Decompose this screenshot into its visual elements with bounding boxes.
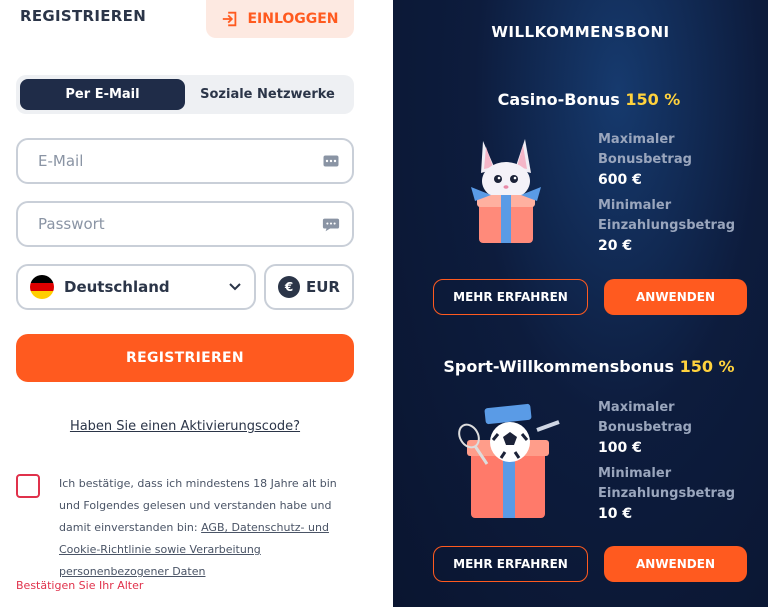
country-select[interactable]: Deutschland	[16, 264, 256, 310]
min-deposit-label-2: Einzahlungsbetrag	[598, 218, 736, 233]
page-title: REGISTRIEREN	[20, 7, 147, 25]
casino-apply-button[interactable]: ANWENDEN	[604, 279, 747, 315]
registration-method-tabs: Per E-Mail Soziale Netzwerke	[16, 75, 354, 114]
registration-panel: REGISTRIEREN EINLOGGEN Per E-Mail Sozial…	[0, 0, 393, 607]
bonus-panel-title: WILLKOMMENSBONI	[491, 23, 670, 41]
min-deposit-label-2: Einzahlungsbetrag	[598, 486, 736, 501]
login-button[interactable]: EINLOGGEN	[206, 0, 354, 38]
min-deposit-label: Minimaler	[598, 198, 672, 213]
sport-bonus-percent: 150 %	[679, 357, 735, 376]
login-icon	[223, 11, 237, 27]
sport-more-button[interactable]: MEHR ERFAHREN	[433, 546, 588, 582]
germany-flag-icon	[30, 275, 54, 299]
age-error-message: Bestätigen Sie Ihr Alter	[16, 579, 144, 592]
max-bonus-label: Maximaler	[598, 400, 675, 415]
tab-email[interactable]: Per E-Mail	[20, 79, 185, 110]
currency-select[interactable]: € EUR	[264, 264, 354, 310]
login-label: EINLOGGEN	[247, 11, 339, 27]
max-bonus-label-2: Bonusbetrag	[598, 152, 692, 167]
chevron-down-icon	[229, 283, 241, 291]
sport-bonus-name: Sport-Willkommensbonus	[443, 357, 674, 376]
activation-code-link[interactable]: Haben Sie einen Aktivierungscode?	[0, 419, 370, 434]
min-deposit-value: 20 €	[598, 238, 633, 254]
password-field-wrapper	[16, 201, 354, 247]
max-bonus-value: 100 €	[598, 440, 642, 456]
euro-icon: €	[278, 276, 300, 298]
casino-bonus-title: Casino-Bonus 150 %	[393, 90, 768, 109]
age-consent-checkbox[interactable]	[16, 474, 40, 498]
casino-bonus-name: Casino-Bonus	[497, 90, 620, 109]
casino-bonus-info: Maximaler Bonusbetrag 600 € Minimaler Ei…	[598, 130, 735, 262]
bonus-panel: WILLKOMMENSBONI Casino-Bonus 150 % Maxim…	[393, 0, 768, 607]
tab-social[interactable]: Soziale Netzwerke	[185, 79, 350, 110]
password-field[interactable]	[38, 215, 322, 233]
sport-bonus-title: Sport-Willkommensbonus 150 %	[393, 357, 768, 376]
email-field[interactable]	[38, 152, 322, 170]
max-bonus-label: Maximaler	[598, 132, 675, 147]
email-field-wrapper	[16, 138, 354, 184]
sport-bonus-info: Maximaler Bonusbetrag 100 € Minimaler Ei…	[598, 398, 735, 530]
max-bonus-value: 600 €	[598, 172, 642, 188]
country-value: Deutschland	[64, 278, 170, 296]
show-password-icon[interactable]	[322, 217, 340, 232]
casino-bonus-percent: 150 %	[625, 90, 681, 109]
min-deposit-value: 10 €	[598, 506, 633, 522]
casino-more-button[interactable]: MEHR ERFAHREN	[433, 279, 588, 315]
fox-gift-illustration	[471, 139, 541, 243]
consent-text: Ich bestätige, dass ich mindestens 18 Ja…	[59, 473, 349, 583]
sport-gift-illustration	[458, 403, 560, 518]
currency-value: EUR	[306, 278, 340, 296]
max-bonus-label-2: Bonusbetrag	[598, 420, 692, 435]
register-button[interactable]: REGISTRIEREN	[16, 334, 354, 382]
min-deposit-label: Minimaler	[598, 466, 672, 481]
sport-apply-button[interactable]: ANWENDEN	[604, 546, 747, 582]
autofill-icon[interactable]	[322, 154, 340, 168]
